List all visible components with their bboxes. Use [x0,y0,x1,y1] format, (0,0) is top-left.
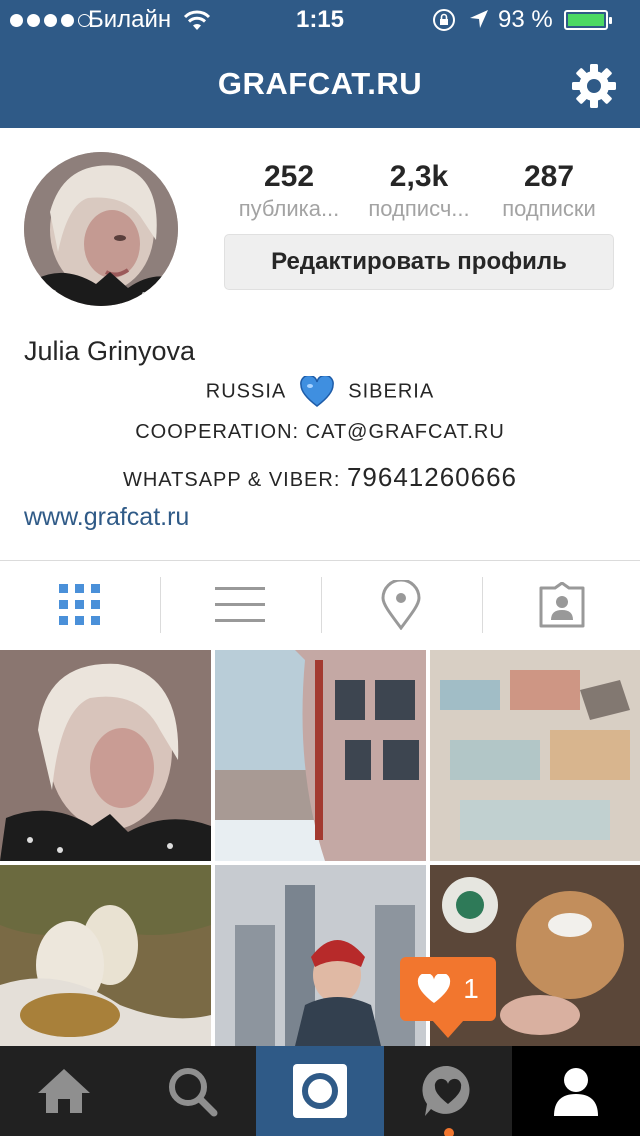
photo-thumbnail[interactable] [430,650,640,861]
tagged-photos-icon [539,582,585,628]
profile-name: Julia Grinyova [24,336,196,366]
profile-icon [554,1068,598,1116]
website-link[interactable]: www.grafcat.ru [24,503,189,532]
gear-icon[interactable] [570,62,618,110]
location-pin-icon [381,580,421,630]
bio-line-3: WHATSAPP & VIBER: 79641260666 [0,462,640,493]
activity-heart-icon [422,1065,470,1116]
profile-tab[interactable] [512,1046,640,1136]
status-bar: Билайн 1:15 93 % [0,0,640,40]
rotation-lock-icon [433,9,455,31]
location-arrow-icon [470,10,488,28]
search-icon [169,1068,218,1117]
activity-tab[interactable] [384,1046,512,1136]
bottom-tab-bar [0,1046,640,1136]
page-title: GRAFCAT.RU [217,66,423,101]
photo-thumbnail[interactable] [0,650,211,861]
grid-view-tab[interactable] [0,561,160,649]
following-count[interactable]: 287 подписки [486,160,612,222]
top-bar: Билайн 1:15 93 % GRAFCAT.RU [0,0,640,128]
battery-icon [564,10,612,30]
photo-thumbnail[interactable] [215,650,426,861]
photo-thumbnail[interactable] [0,865,211,1076]
bio-contact-label: WHATSAPP & VIBER: [122,469,341,491]
like-notification-count: 1 [463,973,479,1004]
list-icon [215,587,265,622]
like-notification[interactable]: 1 [400,957,496,1021]
avatar-photo [24,152,178,306]
camera-icon [293,1064,347,1118]
camera-tab[interactable] [256,1046,384,1136]
battery-percent: 93 % [498,6,553,33]
map-view-tab[interactable] [321,561,481,649]
followers-count[interactable]: 2,3k подписч... [356,160,482,222]
home-tab[interactable] [0,1046,128,1136]
edit-profile-button[interactable]: Редактировать профиль [224,234,614,290]
photo-grid [0,650,640,1046]
blue-heart-icon [299,376,334,407]
activity-indicator-dot [444,1128,454,1136]
list-view-tab[interactable] [160,561,320,649]
photo-thumbnail[interactable] [215,865,426,1076]
search-tab[interactable] [128,1046,256,1136]
grid-icon [59,584,100,625]
view-tabs [0,561,640,649]
home-icon [38,1069,90,1113]
bio-region: SIBERIA [348,380,435,403]
bio-country: RUSSIA [205,380,286,403]
heart-icon [418,974,451,1003]
avatar[interactable] [24,152,178,306]
bio-line-2: COOPERATION: CAT@GRAFCAT.RU [135,421,505,443]
tagged-view-tab[interactable] [482,561,640,649]
bio-phone-number: 79641260666 [346,462,518,492]
like-notification-pointer [432,1020,464,1038]
bio-line-1: RUSSIA SIBERIA [0,376,640,408]
posts-count[interactable]: 252 публика... [226,160,352,222]
